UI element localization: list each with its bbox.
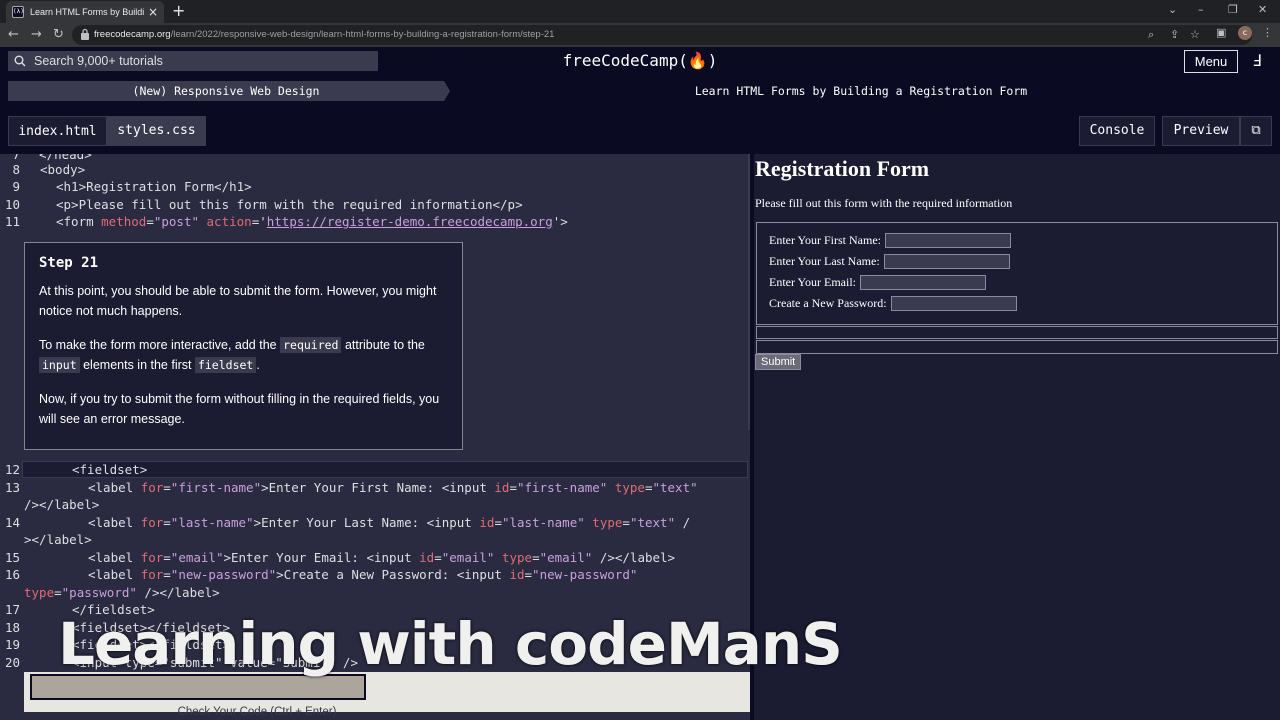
step-description: Step 21 At this point, you should be abl… xyxy=(24,242,463,450)
code-line-wrap: /></label> xyxy=(24,497,100,512)
preview-field-email: Enter Your Email: xyxy=(769,275,986,290)
tab-index-html[interactable]: index.html xyxy=(8,116,107,146)
browser-tab-bar: (λ) Learn HTML Forms by Building a × + ⌄… xyxy=(0,0,1280,23)
tab-styles-css[interactable]: styles.css xyxy=(107,116,206,146)
preview-field-password: Create a New Password: xyxy=(769,296,1017,311)
menu-button[interactable]: Menu xyxy=(1184,50,1238,73)
line-number: 15 xyxy=(4,550,20,565)
line-number: 9 xyxy=(12,179,20,194)
line-number: 8 xyxy=(12,162,20,177)
search-input[interactable]: Search 9,000+ tutorials xyxy=(34,54,163,68)
preview-field-first-name: Enter Your First Name: xyxy=(769,233,1011,248)
preview-fieldset: Enter Your First Name: Enter Your Last N… xyxy=(756,222,1278,325)
preview-title: Registration Form xyxy=(755,156,930,181)
step-paragraph: To make the form more interactive, add t… xyxy=(39,337,425,373)
new-tab-icon[interactable]: + xyxy=(172,2,185,20)
tab-search-icon[interactable]: ⌄ xyxy=(1168,2,1177,18)
search-bar[interactable]: Search 9,000+ tutorials xyxy=(8,51,378,71)
console-button[interactable]: Console xyxy=(1079,116,1155,146)
code-line: <label for="email">Enter Your Email: <in… xyxy=(88,550,676,565)
breadcrumb-arrow-icon xyxy=(444,81,450,101)
step-paragraph: Now, if you try to submit the form witho… xyxy=(39,392,440,426)
browser-tab[interactable]: (λ) Learn HTML Forms by Building a × xyxy=(6,1,164,23)
kebab-menu-icon[interactable]: ⋮ xyxy=(1262,25,1273,41)
side-panel-icon[interactable]: ▣ xyxy=(1216,25,1226,41)
line-number: 20 xyxy=(4,655,20,670)
code-line: <h1>Registration Form</h1> xyxy=(56,179,252,194)
code-line: <body> xyxy=(40,162,86,177)
code-line: <label for="new-password">Create a New P… xyxy=(88,567,638,582)
step-paragraph: At this point, you should be able to sub… xyxy=(39,284,437,318)
minimize-icon[interactable]: – xyxy=(1198,2,1204,18)
check-code-button[interactable]: Check Your Code (Ctrl + Enter) xyxy=(24,704,490,720)
lock-icon xyxy=(81,28,89,40)
step-title: Step 21 xyxy=(39,255,99,271)
code-line: <fieldset> xyxy=(72,462,148,477)
preview-fieldset xyxy=(756,326,1278,339)
code-line: <label for="last-name">Enter Your Last N… xyxy=(88,515,691,530)
search-icon xyxy=(14,55,26,67)
preview-submit-button[interactable]: Submit xyxy=(755,354,802,370)
line-number: 17 xyxy=(4,602,20,617)
back-icon[interactable]: ← xyxy=(8,26,19,44)
forward-icon[interactable]: → xyxy=(31,26,42,44)
fcc-favicon-icon: (λ) xyxy=(12,6,24,18)
line-number: 18 xyxy=(4,620,20,635)
bookmark-star-icon[interactable]: ☆ xyxy=(1190,27,1200,43)
fcc-navbar: Search 9,000+ tutorials freeCodeCamp(🔥) … xyxy=(0,47,1280,76)
popout-preview-icon[interactable]: ⧉ xyxy=(1240,116,1272,146)
line-number: 16 xyxy=(4,567,20,582)
breadcrumb-superblock[interactable]: (New) Responsive Web Design xyxy=(8,81,444,101)
channel-watermark: Learning with codeManS xyxy=(58,610,843,678)
line-number: 19 xyxy=(4,637,20,652)
line-number: 13 xyxy=(4,480,20,495)
preview-button[interactable]: Preview xyxy=(1162,116,1240,146)
code-line-wrap: type="password" /></label> xyxy=(24,585,220,600)
omnibox[interactable]: freecodecamp.org/learn/2022/responsive-w… xyxy=(72,25,1252,45)
breadcrumb-block[interactable]: Learn HTML Forms by Building a Registrat… xyxy=(456,81,1266,101)
close-icon[interactable]: × xyxy=(148,5,158,19)
editor-toolbar: index.html styles.css Console Preview ⧉ xyxy=(0,106,1280,154)
language-icon[interactable]: Ⅎ xyxy=(1244,50,1270,73)
code-line: <form method="post" action='https://regi… xyxy=(56,214,568,229)
line-number: 14 xyxy=(4,515,20,530)
preview-description: Please fill out this form with the requi… xyxy=(755,196,1013,210)
preview-fieldset xyxy=(756,340,1278,354)
line-number: 10 xyxy=(4,197,20,212)
code-line-wrap: ></label> xyxy=(24,532,92,547)
zoom-icon[interactable]: ⌕ xyxy=(1148,27,1154,43)
url-text: freecodecamp.org/learn/2022/responsive-w… xyxy=(94,29,555,40)
profile-avatar[interactable]: c xyxy=(1238,26,1252,40)
share-icon[interactable]: ⇪ xyxy=(1170,27,1179,43)
window-close-icon[interactable]: ✕ xyxy=(1258,2,1267,18)
breadcrumb: (New) Responsive Web Design Learn HTML F… xyxy=(0,76,1280,106)
restore-icon[interactable]: ❐ xyxy=(1228,2,1238,18)
preview-field-last-name: Enter Your Last Name: xyxy=(769,254,1010,269)
code-line: <p>Please fill out this form with the re… xyxy=(56,197,523,212)
address-bar: ← → ↻ freecodecamp.org/learn/2022/respon… xyxy=(0,23,1280,47)
reload-icon[interactable]: ↻ xyxy=(53,26,64,44)
form-action-link[interactable]: https://register-demo.freecodecamp.org xyxy=(267,214,553,229)
tab-title: Learn HTML Forms by Building a xyxy=(30,7,144,17)
first-name-input[interactable] xyxy=(885,233,1011,248)
code-line: <label for="first-name">Enter Your First… xyxy=(88,480,698,495)
email-input[interactable] xyxy=(860,275,986,290)
line-number: 12 xyxy=(4,462,20,477)
line-number: 11 xyxy=(4,214,20,229)
last-name-input[interactable] xyxy=(883,254,1010,269)
password-input[interactable] xyxy=(890,296,1017,311)
